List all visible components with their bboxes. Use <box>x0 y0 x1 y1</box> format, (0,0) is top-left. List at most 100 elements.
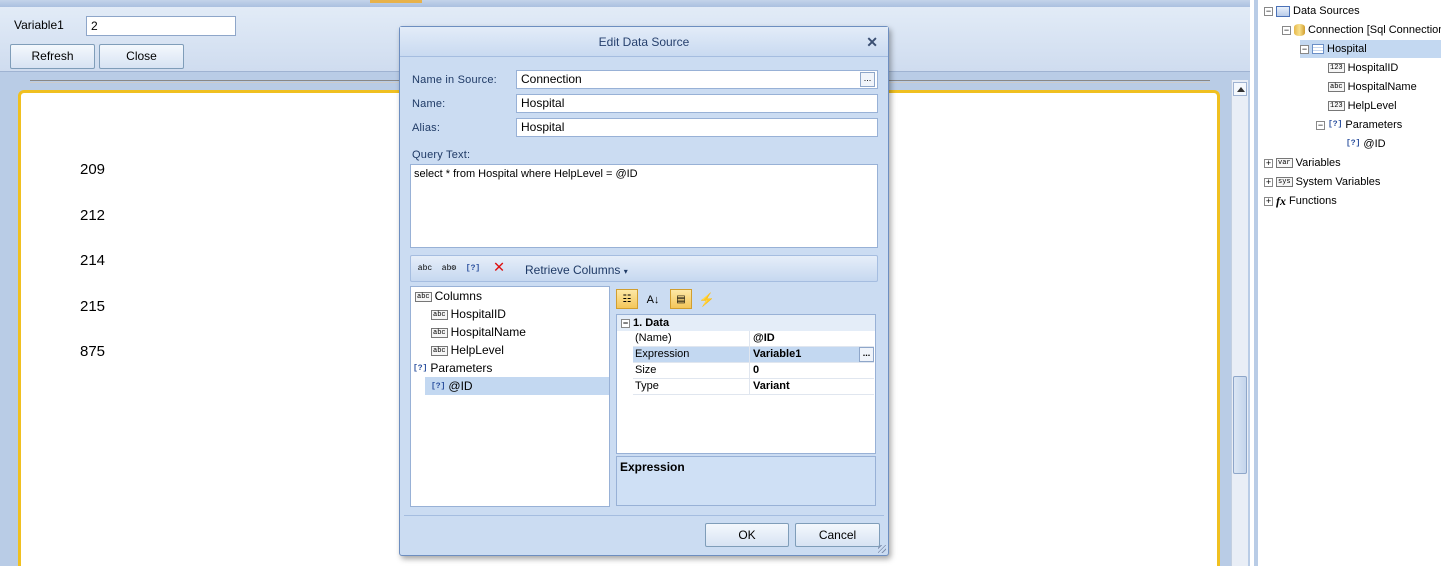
tree-column-helplevel[interactable]: 123 HelpLevel <box>1328 97 1397 115</box>
resize-grip-icon[interactable] <box>878 545 886 553</box>
parameter-icon: [?] <box>431 381 446 391</box>
number-field-icon: 123 <box>1328 101 1345 112</box>
category-label: 1. Data <box>633 317 670 329</box>
designer-window: Variable1 2 Refresh Close 209 212 214 21… <box>0 0 1441 566</box>
tree-parameters[interactable]: − [?] Parameters <box>1316 116 1402 134</box>
tree-system-variables[interactable]: + sys System Variables <box>1264 173 1380 191</box>
report-value: 215 <box>80 298 106 315</box>
tree-label: Connection [Sql Connection <box>1308 24 1441 36</box>
close-icon[interactable]: ✕ <box>866 34 878 51</box>
tree-label: @ID <box>448 379 473 393</box>
vertical-scrollbar[interactable] <box>1231 80 1248 566</box>
property-grid: −1. Data (Name) @ID Expression Variable1..… <box>616 314 876 454</box>
tree-item-column[interactable]: abc HelpLevel <box>431 341 504 359</box>
number-field-icon: 123 <box>1328 63 1345 74</box>
property-description: Expression <box>616 456 876 506</box>
tree-label: Columns <box>434 289 482 303</box>
tree-hospital[interactable]: − Hospital <box>1300 40 1441 58</box>
active-tab-marker <box>370 0 422 3</box>
property-row[interactable]: (Name) @ID <box>633 331 874 347</box>
name-label: Name: <box>412 98 446 110</box>
tree-label: HelpLevel <box>450 343 504 357</box>
retrieve-columns-button[interactable]: Retrieve Columns ▾ <box>525 263 628 277</box>
collapse-icon[interactable]: − <box>1316 120 1325 130</box>
variable-input[interactable]: 2 <box>86 16 236 36</box>
report-value: 212 <box>80 207 106 224</box>
alias-label: Alias: <box>412 122 441 134</box>
tree-columns-node[interactable]: abc Columns <box>415 287 482 305</box>
property-name: Expression <box>635 347 745 362</box>
tree-label: HelpLevel <box>1347 100 1397 112</box>
collapse-icon[interactable]: − <box>1264 6 1273 16</box>
collapse-icon[interactable]: − <box>621 318 630 328</box>
tree-variables[interactable]: + var Variables <box>1264 154 1341 172</box>
new-column-icon[interactable]: abc <box>417 262 433 276</box>
events-icon[interactable]: ⚡ <box>696 289 718 309</box>
tree-label: Hospital <box>1327 43 1367 55</box>
property-category[interactable]: −1. Data <box>617 315 875 331</box>
tree-item-parameter[interactable]: [?] @ID <box>425 377 609 395</box>
ok-button[interactable]: OK <box>705 523 789 547</box>
delete-icon[interactable]: ✕ <box>491 259 507 277</box>
property-row[interactable]: Size 0 <box>633 363 874 379</box>
report-value: 875 <box>80 343 106 360</box>
query-toolbar: abc ab⚙ [?] ✕ Retrieve Columns ▾ <box>410 255 878 282</box>
text-field-icon: abc <box>431 345 448 356</box>
property-row[interactable]: Type Variant <box>633 379 874 395</box>
property-name: (Name) <box>635 332 672 344</box>
cancel-button[interactable]: Cancel <box>795 523 880 547</box>
browse-icon[interactable]: ... <box>860 72 875 87</box>
close-button[interactable]: Close <box>99 44 184 69</box>
text-field-icon: abc <box>431 327 448 338</box>
collapse-icon[interactable]: − <box>1282 25 1291 35</box>
query-text-area[interactable]: select * from Hospital where HelpLevel =… <box>410 164 878 248</box>
tree-connection[interactable]: − Connection [Sql Connection <box>1282 21 1441 39</box>
properties-icon[interactable]: ▤ <box>670 289 692 309</box>
system-variables-icon: sys <box>1276 177 1293 188</box>
tree-label: Data Sources <box>1293 5 1360 17</box>
categorized-icon[interactable]: ☷ <box>616 289 638 309</box>
alias-field[interactable]: Hospital <box>516 118 878 137</box>
expand-icon[interactable]: + <box>1264 177 1273 187</box>
query-text-label: Query Text: <box>412 149 471 161</box>
tree-parameters-node[interactable]: [?] Parameters <box>413 359 492 377</box>
expand-icon[interactable]: + <box>1264 196 1273 206</box>
tree-param-id[interactable]: [?] @ID <box>1346 135 1386 153</box>
name-field[interactable]: Hospital <box>516 94 878 113</box>
sort-az-icon[interactable]: A↓ <box>642 289 664 309</box>
columns-icon: abc <box>415 291 432 302</box>
new-calc-column-icon[interactable]: ab⚙ <box>441 262 457 276</box>
property-row[interactable]: Expression Variable1... <box>633 347 874 363</box>
scroll-up-icon[interactable] <box>1233 82 1247 96</box>
parameter-icon: [?] <box>1346 139 1361 149</box>
chevron-down-icon: ▾ <box>623 267 628 276</box>
browse-icon[interactable]: ... <box>859 347 874 362</box>
tree-item-column[interactable]: abc HospitalName <box>431 323 526 341</box>
edit-data-source-dialog: Edit Data Source ✕ Name in Source: Conne… <box>399 26 889 556</box>
tree-label: HospitalID <box>1347 62 1399 74</box>
tree-functions[interactable]: + fx Functions <box>1264 192 1337 210</box>
text-field-icon: abc <box>431 309 448 320</box>
new-parameter-icon[interactable]: [?] <box>465 262 481 276</box>
tree-label: HospitalName <box>450 325 526 339</box>
tree-data-sources[interactable]: − Data Sources <box>1264 2 1360 20</box>
tree-column-hospitalname[interactable]: abc HospitalName <box>1328 78 1417 96</box>
variable-label: Variable1 <box>14 18 64 32</box>
report-value: 214 <box>80 252 106 269</box>
collapse-icon[interactable]: − <box>1300 44 1309 54</box>
scroll-thumb[interactable] <box>1233 376 1247 474</box>
name-in-source-label: Name in Source: <box>412 74 497 86</box>
refresh-button[interactable]: Refresh <box>10 44 95 69</box>
property-value[interactable]: Variant <box>749 379 874 394</box>
tree-column-hospitalid[interactable]: 123 HospitalID <box>1328 59 1398 77</box>
property-value[interactable]: 0 <box>749 363 874 378</box>
expand-icon[interactable]: + <box>1264 158 1273 168</box>
tree-item-column[interactable]: abc HospitalID <box>431 305 506 323</box>
tree-label: Functions <box>1289 195 1337 207</box>
property-value[interactable]: Variable1... <box>749 347 874 362</box>
tree-label: Parameters <box>1345 119 1403 131</box>
variables-icon: var <box>1276 158 1293 169</box>
dialog-separator <box>404 515 884 516</box>
property-value[interactable]: @ID <box>749 331 874 346</box>
name-in-source-field[interactable]: Connection ... <box>516 70 878 89</box>
